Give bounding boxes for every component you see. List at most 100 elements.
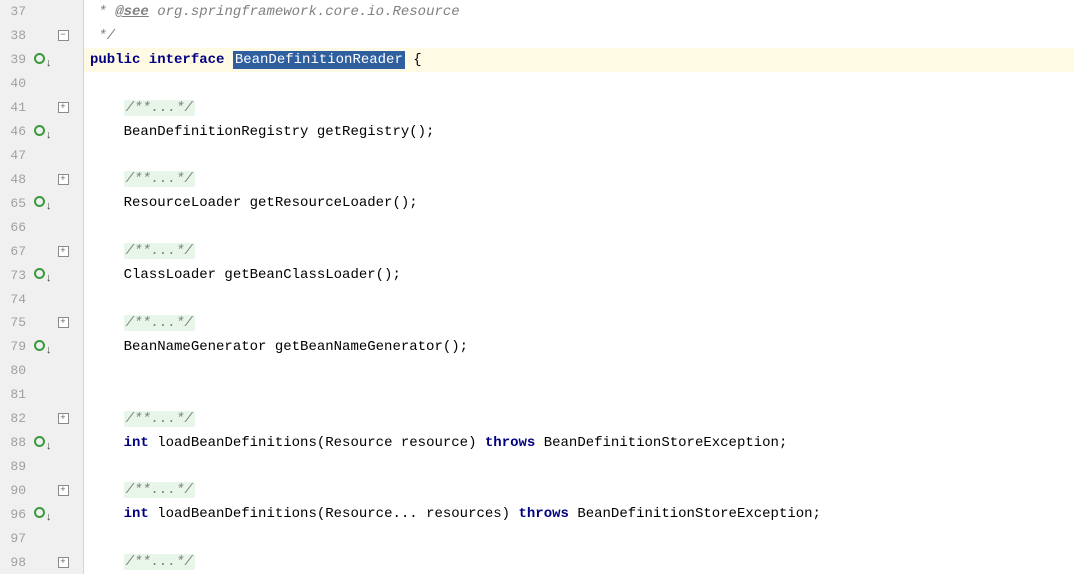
code-line[interactable] (90, 144, 1074, 168)
code-line[interactable]: BeanNameGenerator getBeanNameGenerator()… (90, 335, 1074, 359)
code-line[interactable]: /**...*/ (90, 407, 1074, 431)
code-line[interactable]: /**...*/ (90, 311, 1074, 335)
fold-expand-icon[interactable]: + (58, 174, 69, 185)
line-number[interactable]: 75 (0, 315, 30, 330)
implemented-marker-icon[interactable]: ↓ (34, 436, 48, 450)
fold-expand-icon[interactable]: + (58, 317, 69, 328)
line-number[interactable]: 89 (0, 459, 30, 474)
implemented-marker-icon[interactable]: ↓ (34, 196, 48, 210)
line-number[interactable]: 67 (0, 244, 30, 259)
gutter-row: 66 (0, 215, 83, 239)
fold-collapse-icon[interactable]: − (58, 30, 69, 41)
line-number[interactable]: 88 (0, 435, 30, 450)
code-token: org.springframework.core.io.Resource (149, 4, 460, 20)
implemented-marker-icon[interactable]: ↓ (34, 340, 48, 354)
code-line[interactable]: /**...*/ (90, 167, 1074, 191)
marker-cell: ↓ (30, 196, 52, 210)
line-number[interactable]: 48 (0, 172, 30, 187)
gutter-row: 81 (0, 383, 83, 407)
code-line[interactable]: /**...*/ (90, 478, 1074, 502)
code-line[interactable]: /**...*/ (90, 96, 1074, 120)
code-token: throws (485, 435, 535, 451)
fold-expand-icon[interactable]: + (58, 246, 69, 257)
line-number[interactable]: 80 (0, 363, 30, 378)
gutter-row: 88 ↓ (0, 431, 83, 455)
line-number[interactable]: 74 (0, 292, 30, 307)
line-number[interactable]: 81 (0, 387, 30, 402)
line-number[interactable]: 41 (0, 100, 30, 115)
gutter-row: 39 ↓ (0, 48, 83, 72)
gutter-row: 37 (0, 0, 83, 24)
line-number[interactable]: 38 (0, 28, 30, 43)
code-token: @see (115, 4, 149, 20)
code-line[interactable]: ResourceLoader getResourceLoader(); (90, 191, 1074, 215)
code-line[interactable]: */ (90, 24, 1074, 48)
gutter-row: 82 + (0, 407, 83, 431)
line-number[interactable]: 90 (0, 483, 30, 498)
marker-cell: ↓ (30, 507, 52, 521)
gutter-row: 80 (0, 359, 83, 383)
code-line[interactable]: BeanDefinitionRegistry getRegistry(); (90, 120, 1074, 144)
implemented-marker-icon[interactable]: ↓ (34, 125, 48, 139)
indent (90, 554, 124, 570)
code-line[interactable]: * @see org.springframework.core.io.Resou… (90, 0, 1074, 24)
code-line[interactable]: /**...*/ (90, 239, 1074, 263)
code-token: throws (519, 506, 569, 522)
fold-expand-icon[interactable]: + (58, 557, 69, 568)
fold-cell: + (52, 102, 74, 113)
line-number[interactable]: 97 (0, 531, 30, 546)
line-number[interactable]: 47 (0, 148, 30, 163)
fold-expand-icon[interactable]: + (58, 413, 69, 424)
code-line[interactable] (90, 359, 1074, 383)
code-line[interactable]: int loadBeanDefinitions(Resource... reso… (90, 502, 1074, 526)
code-line[interactable]: /**...*/ (90, 550, 1074, 574)
code-line[interactable] (90, 455, 1074, 479)
gutter-row: 98 + (0, 550, 83, 574)
marker-cell: ↓ (30, 125, 52, 139)
fold-cell: + (52, 557, 74, 568)
gutter-row: 48 + (0, 167, 83, 191)
line-number[interactable]: 40 (0, 76, 30, 91)
line-number[interactable]: 66 (0, 220, 30, 235)
code-token: ResourceLoader getResourceLoader(); (124, 195, 418, 211)
code-area[interactable]: * @see org.springframework.core.io.Resou… (84, 0, 1074, 574)
line-number[interactable]: 65 (0, 196, 30, 211)
gutter-row: 40 (0, 72, 83, 96)
code-line[interactable]: public interface BeanDefinitionReader { (90, 48, 1074, 72)
code-token: BeanDefinitionStoreException; (569, 506, 821, 522)
code-line[interactable]: int loadBeanDefinitions(Resource resourc… (90, 431, 1074, 455)
gutter-row: 75 + (0, 311, 83, 335)
line-number[interactable]: 79 (0, 339, 30, 354)
code-line[interactable]: ClassLoader getBeanClassLoader(); (90, 263, 1074, 287)
code-line[interactable] (90, 215, 1074, 239)
code-token: BeanNameGenerator getBeanNameGenerator()… (124, 339, 468, 355)
line-number[interactable]: 98 (0, 555, 30, 570)
code-token: /**...*/ (124, 482, 195, 498)
fold-cell: + (52, 174, 74, 185)
fold-expand-icon[interactable]: + (58, 102, 69, 113)
gutter-row: 47 (0, 144, 83, 168)
implemented-marker-icon[interactable]: ↓ (34, 53, 48, 67)
code-line[interactable] (90, 383, 1074, 407)
code-line[interactable] (90, 526, 1074, 550)
indent (90, 315, 124, 331)
implemented-marker-icon[interactable]: ↓ (34, 268, 48, 282)
code-token: ClassLoader getBeanClassLoader(); (124, 267, 401, 283)
code-line[interactable] (90, 72, 1074, 96)
code-token: /**...*/ (124, 411, 195, 427)
code-token: /**...*/ (124, 554, 195, 570)
code-editor[interactable]: 37 38 − 39 ↓ 40 41 +46 ↓ 47 48 +65 ↓ 66 67 +73 ↓ 74 75 +79 ↓… (0, 0, 1074, 574)
gutter-row: 96 ↓ (0, 502, 83, 526)
gutter-row: 90 + (0, 478, 83, 502)
line-number[interactable]: 37 (0, 4, 30, 19)
line-number[interactable]: 46 (0, 124, 30, 139)
line-number[interactable]: 96 (0, 507, 30, 522)
code-token: { (405, 52, 422, 68)
indent (90, 195, 124, 211)
line-number[interactable]: 39 (0, 52, 30, 67)
line-number[interactable]: 82 (0, 411, 30, 426)
code-line[interactable] (90, 287, 1074, 311)
line-number[interactable]: 73 (0, 268, 30, 283)
fold-expand-icon[interactable]: + (58, 485, 69, 496)
implemented-marker-icon[interactable]: ↓ (34, 507, 48, 521)
